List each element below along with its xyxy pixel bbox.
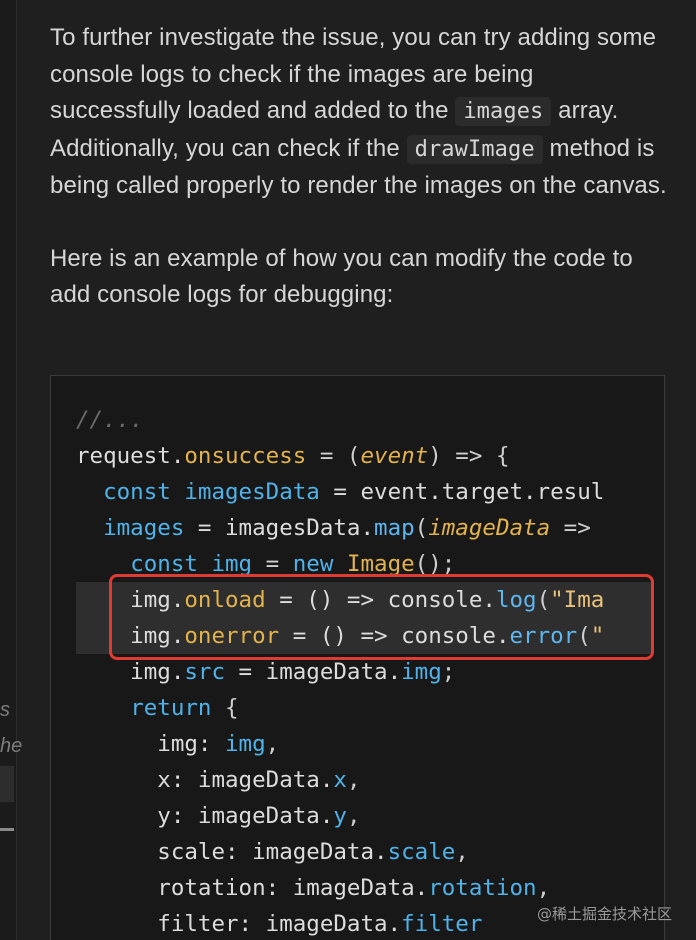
code-line: request.onsuccess = (event) => { <box>76 438 604 474</box>
left-panel-text-fragment: he <box>0 735 23 757</box>
code-token: //... <box>76 407 144 433</box>
code-token: , <box>346 767 361 793</box>
code-line: //... <box>76 402 604 438</box>
code-line: x: imageData.x, <box>76 762 604 798</box>
code-lines: //... request.onsuccess = (event) => { co… <box>76 402 604 940</box>
code-token: filter: imageData. <box>76 911 402 937</box>
code-token: x: imageData. <box>76 767 334 793</box>
code-token: scale: imageData. <box>76 839 388 865</box>
code-line: return { <box>76 690 604 726</box>
code-token: rotation: imageData. <box>76 875 429 901</box>
annotation-highlight-box <box>109 574 654 660</box>
code-token: => <box>550 515 605 541</box>
code-token: imagesData <box>184 479 320 505</box>
code-token: , <box>536 875 551 901</box>
left-panel-text-fragment: s <box>0 699 10 721</box>
code-token: y: imageData. <box>76 803 334 829</box>
message-paragraph: Here is an example of how you can modify… <box>50 244 633 309</box>
code-token: const <box>103 479 171 505</box>
code-token: = ( <box>306 443 361 469</box>
chat-message: To further investigate the issue, you ca… <box>50 20 670 314</box>
code-token: src <box>184 659 226 685</box>
code-line: rotation: imageData.rotation, <box>76 870 604 906</box>
left-panel-divider <box>0 828 14 831</box>
code-line: filter: imageData.filter <box>76 906 604 940</box>
code-token: rotation <box>428 875 537 901</box>
code-token: = imageData. <box>225 659 402 685</box>
code-token: x <box>333 767 347 793</box>
inline-code-drawimage: drawImage <box>406 134 543 164</box>
code-token: imageData <box>428 515 551 541</box>
code-token: y <box>333 803 347 829</box>
code-token: = event.target.resul <box>319 479 605 505</box>
code-line: y: imageData.y, <box>76 798 604 834</box>
watermark: @稀土掘金技术社区 <box>536 905 672 923</box>
code-token: img: <box>76 731 226 757</box>
code-token: request. <box>76 443 185 469</box>
code-token: event <box>360 443 429 469</box>
code-line: scale: imageData.scale, <box>76 834 604 870</box>
code-token: , <box>265 731 280 757</box>
code-token: img <box>401 659 442 685</box>
left-panel-strip: s he <box>0 0 22 940</box>
code-token: { <box>211 695 239 721</box>
code-token: onsuccess <box>184 443 307 469</box>
code-token: ( <box>414 515 429 541</box>
code-token: = imagesData. <box>184 515 375 541</box>
code-line: img: img, <box>76 726 604 762</box>
code-token: ; <box>441 659 456 685</box>
code-token: img <box>225 731 266 757</box>
message-paragraph: To further investigate the issue, you ca… <box>50 20 670 205</box>
code-token: images <box>103 515 185 541</box>
code-token: return <box>130 695 212 721</box>
code-token: ) => { <box>428 443 510 469</box>
code-token: filter <box>401 911 483 937</box>
code-token: scale <box>387 839 456 865</box>
inline-code-images: images <box>455 97 552 126</box>
code-token: , <box>455 839 469 865</box>
left-panel-selection <box>0 766 14 802</box>
code-line: const imagesData = event.target.resul <box>76 474 604 510</box>
code-line: images = imagesData.map(imageData => <box>76 510 604 546</box>
code-token: map <box>374 515 415 541</box>
code-token: , <box>346 803 361 829</box>
code-token: img. <box>76 659 185 685</box>
